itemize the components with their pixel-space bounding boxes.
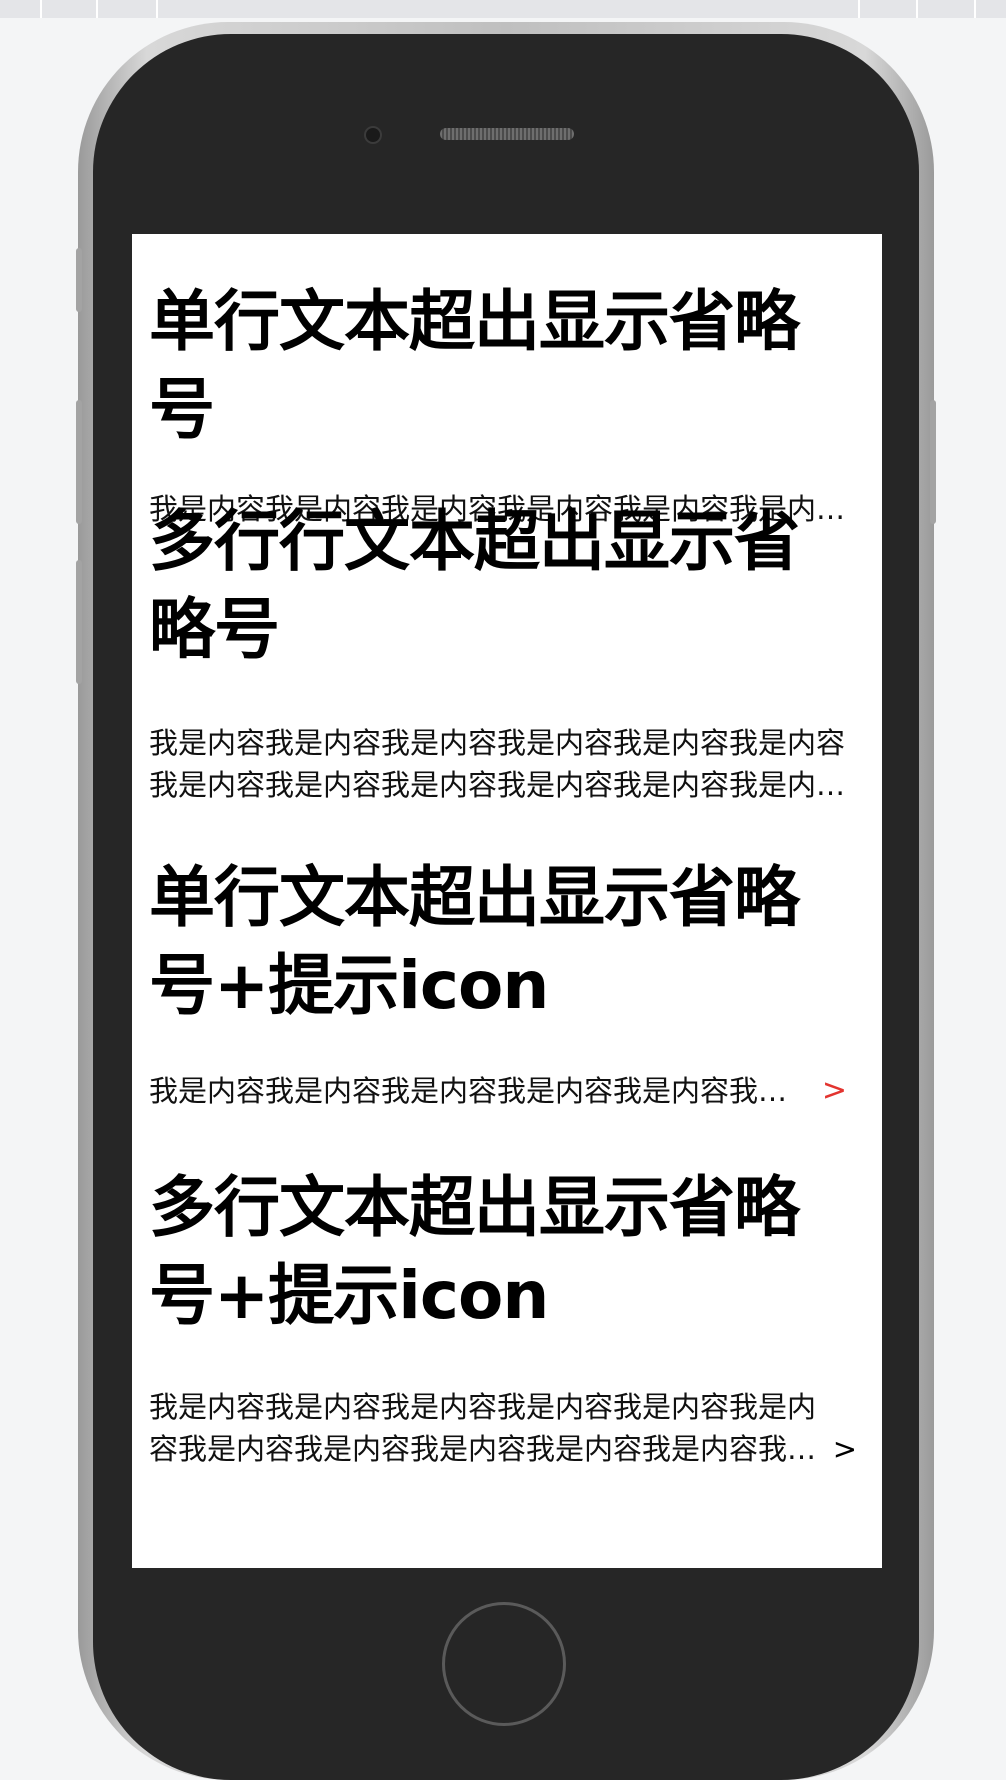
browser-top-bar — [0, 0, 1006, 18]
tab-divider — [974, 0, 976, 18]
section-multi-line: 多行行文本超出显示省略号 我是内容我是内容我是内容我是内容我是内容我是内容我是内… — [149, 498, 857, 806]
tab-divider — [40, 0, 42, 18]
chevron-right-icon[interactable]: > — [822, 1070, 847, 1112]
multi-line-text: 我是内容我是内容我是内容我是内容我是内容我是内容我是内容我是内容我是内容我是内容… — [149, 1390, 817, 1466]
section-title: 单行文本超出显示省略号 — [149, 283, 800, 448]
chevron-right-icon[interactable]: > — [828, 1428, 857, 1470]
section-title: 多行行文本超出显示省略号 — [149, 503, 800, 668]
mute-switch — [76, 248, 82, 312]
section-single-line-icon: 单行文本超出显示省略号+提示icon 我是内容我是内容我是内容我是内容我是内容我… — [149, 854, 857, 1112]
tab-divider — [858, 0, 860, 18]
tab-divider — [96, 0, 98, 18]
front-camera — [364, 126, 382, 144]
multi-line-text: 我是内容我是内容我是内容我是内容我是内容我是内容我是内容我是内容我是内容我是内容… — [149, 726, 846, 802]
single-line-text: 我是内容我是内容我是内容我是内容我是内容我是内容我是内容我是内容 — [149, 1074, 788, 1108]
section-title: 多行文本超出显示省略号+提示icon — [149, 1169, 800, 1334]
home-button[interactable] — [442, 1602, 566, 1726]
multi-line-with-icon[interactable]: 我是内容我是内容我是内容我是内容我是内容我是内容我是内容我是内容我是内容我是内容… — [149, 1386, 857, 1470]
section-title: 单行文本超出显示省略号+提示icon — [149, 859, 800, 1024]
section-multi-line-icon: 多行文本超出显示省略号+提示icon 我是内容我是内容我是内容我是内容我是内容我… — [149, 1164, 857, 1470]
tab-divider — [916, 0, 918, 18]
volume-up-button — [76, 400, 82, 524]
section-single-line: 单行文本超出显示省略号 我是内容我是内容我是内容我是内容我是内容我是内容我是内容… — [149, 278, 857, 530]
volume-down-button — [76, 560, 82, 684]
earpiece-speaker — [440, 128, 574, 140]
phone-screen: 单行文本超出显示省略号 我是内容我是内容我是内容我是内容我是内容我是内容我是内容… — [132, 234, 882, 1568]
tab-divider — [156, 0, 158, 18]
single-line-with-icon[interactable]: 我是内容我是内容我是内容我是内容我是内容我是内容我是内容我是内容 > — [149, 1070, 857, 1112]
power-button — [930, 400, 936, 524]
